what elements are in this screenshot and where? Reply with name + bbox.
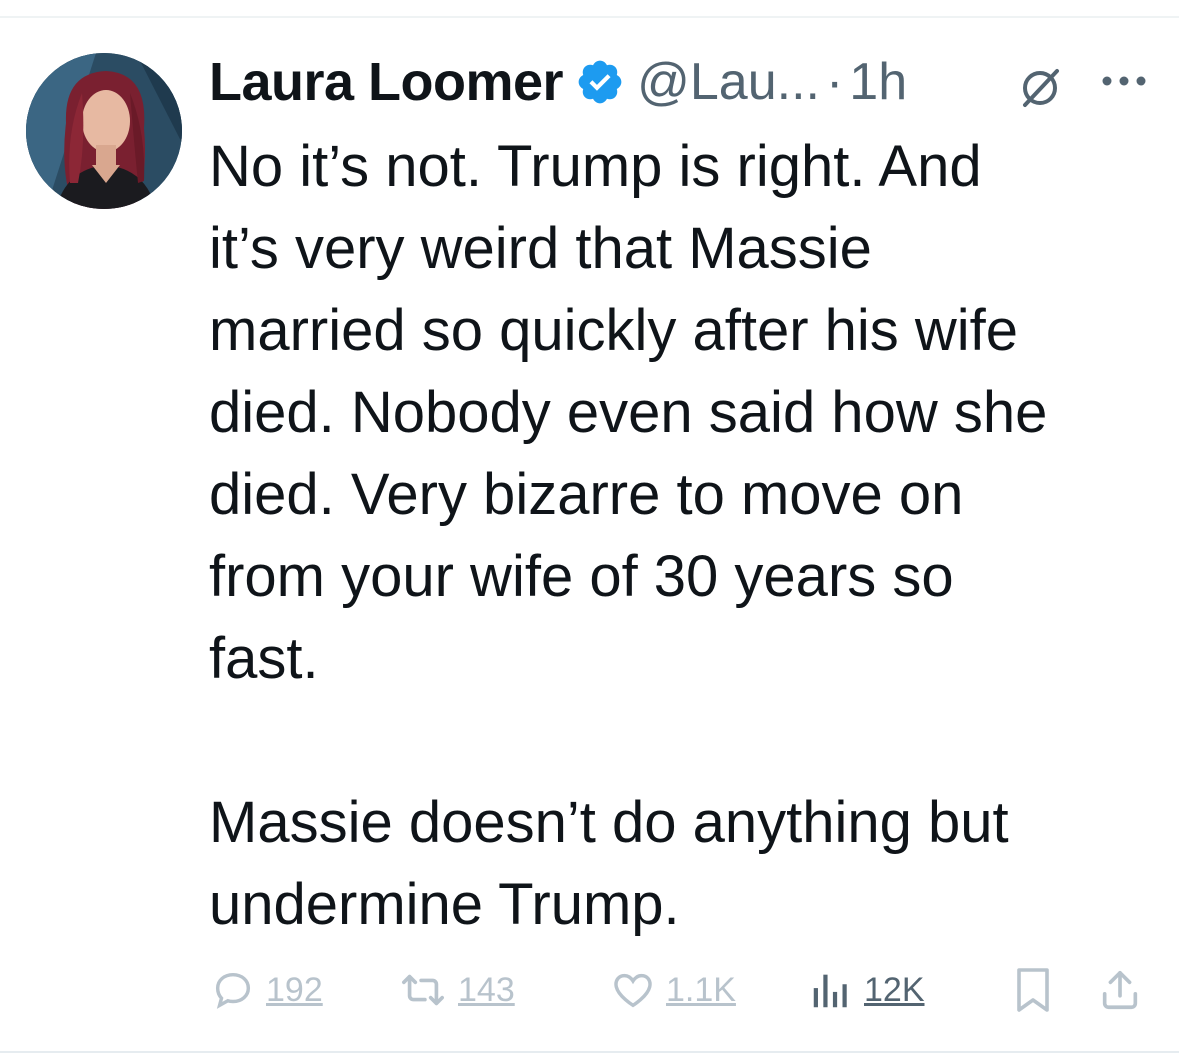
bottom-divider: [0, 1051, 1179, 1053]
tweet-text: No it’s not. Trump is right. And it’s ve…: [209, 126, 1149, 946]
reply-button[interactable]: 192: [210, 960, 323, 1020]
reply-icon: [210, 967, 256, 1013]
views-count: 12K: [864, 970, 925, 1009]
tweet-text-line: fast.: [209, 626, 319, 691]
tweet-timestamp[interactable]: 1h: [849, 52, 907, 112]
tweet-text-line: undermine Trump.: [209, 872, 680, 937]
bookmark-icon: [1013, 966, 1053, 1014]
tweet-text-line: No it’s not. Trump is right. And: [209, 134, 982, 199]
reply-count: 192: [266, 970, 323, 1009]
repost-count: 143: [458, 970, 515, 1009]
like-button[interactable]: 1.1K: [610, 960, 736, 1020]
author-display-name[interactable]: Laura Loomer: [209, 51, 564, 113]
top-divider: [0, 16, 1179, 18]
repost-icon: [398, 967, 448, 1013]
paragraph-break: [209, 700, 1149, 782]
tweet-text-line: from your wife of 30 years so: [209, 544, 954, 609]
views-button[interactable]: 12K: [808, 960, 925, 1020]
time-separator: ·: [825, 53, 844, 111]
like-count: 1.1K: [666, 970, 736, 1009]
tweet-text-line: it’s very weird that Massie: [209, 216, 872, 281]
tweet-text-line: Massie doesn’t do anything but: [209, 790, 1009, 855]
avatar-image: [26, 53, 182, 209]
tweet-header: Laura Loomer @Lau... · 1h: [209, 46, 907, 118]
more-options-icon[interactable]: [1099, 68, 1149, 94]
tweet-text-line: died. Very bizarre to move on: [209, 462, 964, 527]
repost-button[interactable]: 143: [398, 960, 515, 1020]
verified-badge-icon[interactable]: [575, 57, 625, 107]
author-handle[interactable]: @Lau...: [637, 52, 820, 112]
avatar[interactable]: [26, 53, 182, 209]
tweet-text-line: died. Nobody even said how she: [209, 380, 1048, 445]
views-chart-icon: [808, 967, 854, 1013]
share-button[interactable]: [1097, 960, 1143, 1020]
share-icon: [1097, 967, 1143, 1013]
heart-icon: [610, 967, 656, 1013]
tweet-action-bar: 192 143 1.1K 12K: [0, 960, 1179, 1020]
grok-icon[interactable]: [1015, 63, 1065, 113]
tweet-text-line: married so quickly after his wife: [209, 298, 1019, 363]
bookmark-button[interactable]: [1013, 960, 1053, 1020]
